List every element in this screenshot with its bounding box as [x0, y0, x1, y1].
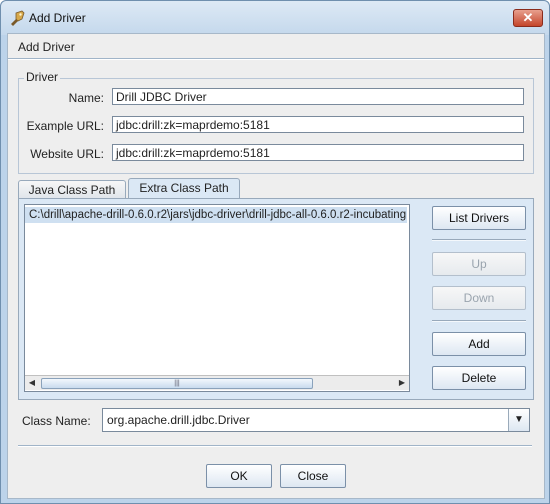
name-input[interactable]: Drill JDBC Driver: [112, 88, 524, 105]
chevron-down-icon[interactable]: ▼: [508, 409, 529, 431]
class-name-value[interactable]: org.apache.drill.jdbc.Driver: [107, 409, 250, 431]
scroll-right-icon[interactable]: ▶: [395, 376, 409, 390]
website-url-label: Website URL:: [30, 147, 104, 161]
vertical-scrollbar[interactable]: ▲ ▼: [409, 205, 410, 375]
delete-button[interactable]: Delete: [432, 366, 526, 390]
title-bar[interactable]: Add Driver ✕: [1, 1, 549, 35]
name-label: Name:: [68, 91, 104, 105]
class-name-combo[interactable]: org.apache.drill.jdbc.Driver ▼: [102, 408, 530, 432]
tab-java-class-path[interactable]: Java Class Path: [18, 180, 126, 199]
tab-extra-class-path[interactable]: Extra Class Path: [128, 178, 240, 200]
classpath-list[interactable]: C:\drill\apache-drill-0.6.0.r2\jars\jdbc…: [24, 204, 410, 392]
example-url-input[interactable]: jdbc:drill:zk=maprdemo:5181: [112, 116, 524, 133]
example-url-label: Example URL:: [26, 119, 104, 133]
list-item[interactable]: C:\drill\apache-drill-0.6.0.r2\jars\jdbc…: [25, 207, 407, 223]
up-button[interactable]: Up: [432, 252, 526, 276]
class-name-label: Class Name:: [22, 414, 91, 428]
header-separator: [8, 58, 544, 60]
scroll-left-icon[interactable]: ◀: [25, 376, 39, 390]
list-drivers-button[interactable]: List Drivers: [432, 206, 526, 230]
ok-button[interactable]: OK: [206, 464, 272, 488]
down-button[interactable]: Down: [432, 286, 526, 310]
horizontal-scrollbar[interactable]: ◀ ||| ▶: [25, 375, 409, 390]
close-button[interactable]: Close: [280, 464, 346, 488]
add-button[interactable]: Add: [432, 332, 526, 356]
horizontal-scroll-thumb[interactable]: |||: [41, 378, 313, 389]
driver-icon: [11, 10, 25, 26]
dialog-header-label: Add Driver: [18, 40, 75, 54]
close-window-button[interactable]: ✕: [513, 9, 543, 27]
driver-group-legend: Driver: [24, 70, 60, 84]
buttons-separator: [432, 320, 526, 322]
add-driver-dialog: Add Driver ✕ Add Driver Driver Name: Dri…: [0, 0, 550, 504]
footer-separator: [18, 445, 532, 447]
buttons-separator: [432, 239, 526, 241]
dialog-content: Add Driver Driver Name: Drill JDBC Drive…: [7, 33, 545, 499]
website-url-input[interactable]: jdbc:drill:zk=maprdemo:5181: [112, 144, 524, 161]
window-title: Add Driver: [29, 11, 86, 25]
